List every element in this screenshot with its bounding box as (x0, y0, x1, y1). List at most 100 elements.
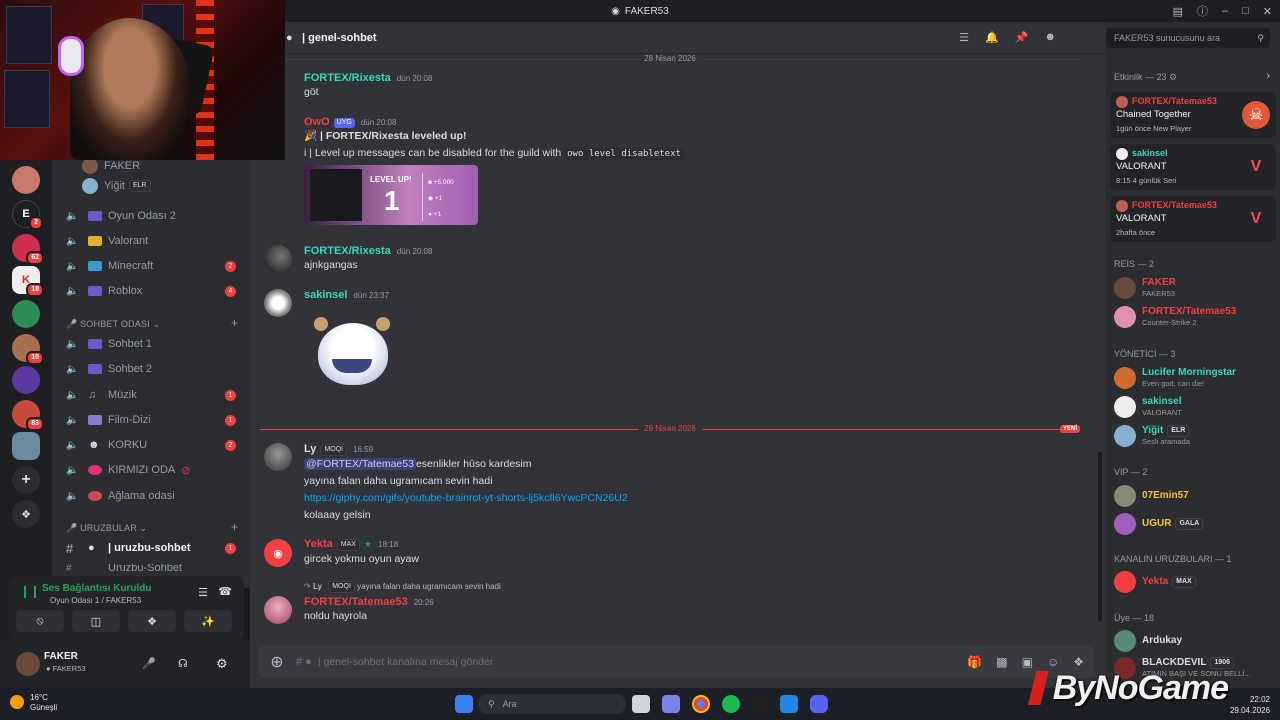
screen-share-button[interactable]: ◫ (72, 610, 120, 632)
voice-channel-sohbet-2[interactable]: 🔈 Sohbet 2 (66, 359, 244, 379)
add-channel-icon[interactable]: + (231, 316, 238, 330)
member-item[interactable]: 07Emin57 (1114, 484, 1280, 510)
clock[interactable]: 22:02 29.04.2026 (1230, 694, 1270, 716)
activity-card[interactable]: FORTEX/Tatemae53 VALORANT 2hafta önce V (1110, 196, 1276, 242)
avatar[interactable] (264, 596, 292, 624)
member-name: Yekta MAX (1142, 576, 1196, 588)
message[interactable]: sakinsel dün 23:37 (304, 289, 394, 393)
teams-icon[interactable] (662, 695, 680, 713)
message[interactable]: OwO UYG dün 20:08 🎉 | FORTEX/Rixesta level… (304, 116, 684, 225)
text-channel-uruzbu-sohbet[interactable]: # ● | uruzbu-sohbet 1 (66, 538, 244, 558)
chevron-right-icon[interactable]: › (1266, 70, 1270, 82)
server-icon[interactable]: E2 (12, 200, 43, 230)
discord-default-avatar[interactable]: ◉ (264, 539, 292, 567)
voice-channel-oyun-odasi-2[interactable]: 🔈 Oyun Odası 2 (66, 206, 244, 226)
headphones-icon[interactable]: ☊ (178, 657, 188, 670)
pin-icon[interactable]: 📌 (1015, 31, 1029, 44)
member-item[interactable]: FORTEX/Tatemae53 Counter-Strike 2 (1114, 305, 1280, 331)
add-server-icon[interactable]: + (12, 466, 40, 494)
group-header: VIP — 2 (1114, 467, 1148, 477)
server-icon[interactable] (12, 432, 40, 460)
message-composer[interactable]: ⊕ # ● | genel-sohbet kanalına mesaj gönd… (258, 646, 1094, 678)
avatar[interactable] (16, 652, 40, 676)
settings-gear-icon[interactable]: ⚙ (216, 656, 228, 672)
gift-icon[interactable]: 🎁 (967, 655, 982, 669)
speaker-icon: 🔈 (66, 210, 79, 222)
voice-channel-sohbet-1[interactable]: 🔈 Sohbet 1 (66, 334, 244, 354)
app-icon[interactable] (752, 695, 770, 713)
server-icon[interactable]: K 18 (12, 266, 44, 297)
gif-icon[interactable]: ▩ (996, 655, 1007, 669)
activity-card[interactable]: sakinsel VALORANT 8:15 4 günlük Seri V (1110, 144, 1276, 190)
bell-icon[interactable]: 🔔 (985, 31, 999, 44)
camera-off-button[interactable]: ⦸ (16, 610, 64, 632)
discord-icon[interactable] (810, 695, 828, 713)
voice-channel-film-dizi[interactable]: 🔈 Film-Dizi 1 (66, 410, 244, 430)
server-icon[interactable]: 62 (12, 234, 44, 265)
message[interactable]: FORTEX/Rixesta dün 20:08 ajnkgangas (304, 245, 432, 274)
message[interactable]: Ly MOQI 16:59 @FORTEX/Tatemae53 esenlikler … (304, 443, 628, 524)
giphy-link[interactable]: https://giphy.com/gifs/youtube-brainrot-… (304, 490, 628, 507)
levelup-card[interactable]: LEVEL UP! 1 ■ +5.000 ◆ +1 ● +1 (304, 165, 478, 225)
server-icon[interactable] (12, 300, 40, 328)
voice-channel-muzik[interactable]: 🔈 ♫ Müzik 1 (66, 385, 244, 405)
task-view-icon[interactable] (632, 695, 650, 713)
message[interactable]: FORTEX/Tatemae53 20:26 noldu hayrola (304, 596, 434, 625)
taskbar-search[interactable]: ⚲ Ara (478, 694, 626, 714)
maximize-button[interactable]: □ (1242, 5, 1249, 17)
chat-scrollbar[interactable] (1098, 452, 1102, 622)
member-item[interactable]: FAKER FAKER53 (1114, 276, 1280, 302)
app-icon[interactable] (780, 695, 798, 713)
voice-channel-aglama-odasi[interactable]: 🔈 Ağlama odasi (66, 486, 244, 506)
voice-channel-minecraft[interactable]: 🔈 Minecraft 2 (66, 256, 244, 276)
activity-card[interactable]: FORTEX/Tatemae53 Chained Together 1gün ö… (1110, 92, 1276, 138)
member-item[interactable]: UGUR GALA (1114, 512, 1280, 538)
members-icon[interactable]: ☻ (1044, 31, 1056, 44)
category-uruzbular[interactable]: 🎤 URUZBULAR ⌄ (66, 523, 147, 534)
inbox-icon[interactable]: ▤ (1173, 5, 1183, 18)
start-icon[interactable] (455, 695, 473, 713)
voice-channel-valorant[interactable]: 🔈 Valorant (66, 231, 244, 251)
server-icon[interactable] (12, 166, 40, 194)
member-item[interactable]: Yekta MAX (1114, 570, 1280, 596)
disconnect-icon[interactable]: ☎ (218, 585, 232, 598)
member-item[interactable]: sakinsel VALORANT (1114, 395, 1280, 421)
upload-plus-icon[interactable]: ⊕ (258, 652, 296, 672)
discover-icon[interactable]: ❖ (12, 500, 40, 528)
hash-icon: # (66, 540, 74, 556)
noise-suppression-icon[interactable]: ☰ (198, 586, 208, 599)
threads-icon[interactable]: ☰ (959, 31, 969, 44)
activities-button[interactable]: ❖ (128, 610, 176, 632)
voice-user[interactable]: Yiğit ELR (82, 176, 260, 196)
avatar[interactable] (264, 443, 292, 471)
add-channel-icon[interactable]: + (231, 520, 238, 534)
help-icon[interactable]: ⓘ (1197, 3, 1208, 19)
weather-widget[interactable]: 16°C Güneşli (10, 693, 57, 713)
voice-channel-roblox[interactable]: 🔈 Roblox 4 (66, 281, 244, 301)
close-button[interactable]: ✕ (1263, 5, 1272, 18)
member-item[interactable]: Yiğit ELR Sesli aramada (1114, 424, 1280, 450)
microphone-icon[interactable]: 🎤 (142, 657, 156, 670)
avatar[interactable] (264, 245, 292, 273)
voice-channel-kirmizi-oda[interactable]: 🔈 KIRMIZI ODA ⊘ (66, 460, 244, 480)
message[interactable]: Yekta MAX ★ 18:18 gircek yokmu oyun ayaw (304, 538, 419, 568)
member-item[interactable]: Ardukay (1114, 629, 1280, 655)
voice-channel-korku[interactable]: 🔈 ☻ KORKU 2 (66, 435, 244, 455)
server-icon[interactable] (12, 366, 40, 394)
minimize-button[interactable]: – (1222, 5, 1228, 17)
spotify-icon[interactable] (722, 695, 740, 713)
chrome-icon[interactable] (692, 695, 710, 713)
speaker-icon: 🔈 (66, 389, 79, 401)
category-sohbet-odasi[interactable]: 🎤 SOHBET ODASI ⌄ (66, 319, 160, 330)
server-search-input[interactable]: FAKER53 sunucusunu ara ⚲ (1106, 28, 1270, 48)
server-icon[interactable]: 10 (12, 334, 44, 365)
avatar[interactable] (264, 289, 292, 317)
member-item[interactable]: Lucifer Morningstar Even god, can die! (1114, 366, 1280, 392)
soundboard-button[interactable]: ✨ (184, 610, 232, 632)
poro-sticker[interactable] (304, 309, 394, 393)
avatar (1114, 367, 1136, 389)
reply-preview[interactable]: ↷ Ly MOQI yayına falan daha ugramıcam se… (304, 581, 501, 593)
server-icon[interactable]: 83 (12, 400, 44, 431)
text-channel-uruzbu-sohbet-2[interactable]: # Uruzbu-Sohbet (66, 564, 244, 572)
message[interactable]: FORTEX/Rixesta dün 20:08 göt (304, 72, 432, 101)
